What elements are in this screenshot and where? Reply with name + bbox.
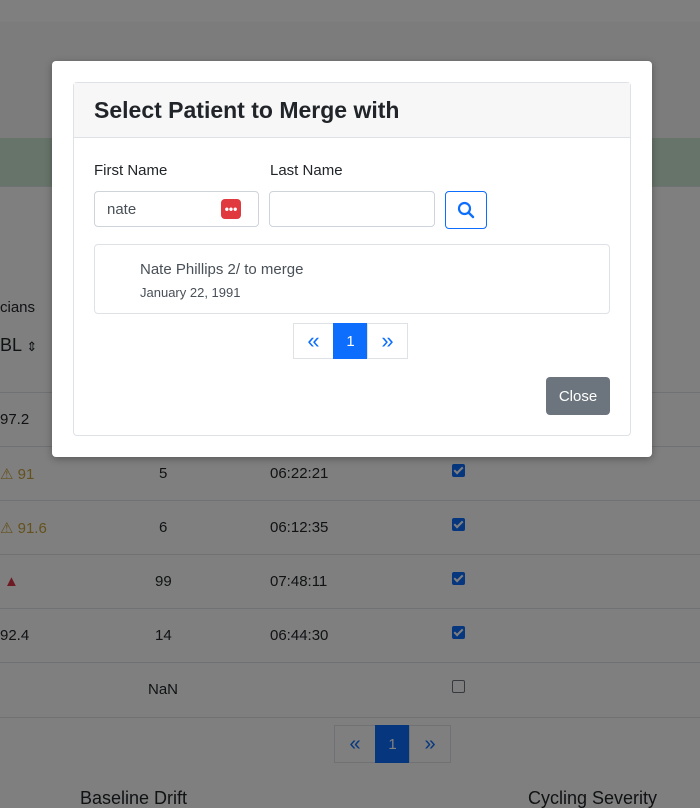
first-name-label: First Name xyxy=(94,162,168,179)
next-page-button[interactable]: » xyxy=(367,323,408,359)
prev-page-button[interactable]: « xyxy=(293,323,334,359)
merge-card: Select Patient to Merge with First Name … xyxy=(73,82,631,436)
search-icon xyxy=(457,201,475,219)
merge-patient-modal: Select Patient to Merge with First Name … xyxy=(52,61,652,457)
modal-pagination: « 1 » xyxy=(293,323,408,359)
last-name-input[interactable] xyxy=(269,191,435,227)
close-button[interactable]: Close xyxy=(546,377,610,415)
patient-dob: January 22, 1991 xyxy=(140,285,241,300)
patient-name: Nate Phillips 2/ to merge xyxy=(140,261,304,278)
page-1-button[interactable]: 1 xyxy=(333,323,368,359)
last-name-label: Last Name xyxy=(270,162,343,179)
list-item[interactable]: Nate Phillips 2/ to merge January 22, 19… xyxy=(94,244,610,314)
password-manager-icon[interactable]: ••• xyxy=(221,199,241,219)
modal-title: Select Patient to Merge with xyxy=(74,83,630,138)
search-button[interactable] xyxy=(445,191,487,229)
